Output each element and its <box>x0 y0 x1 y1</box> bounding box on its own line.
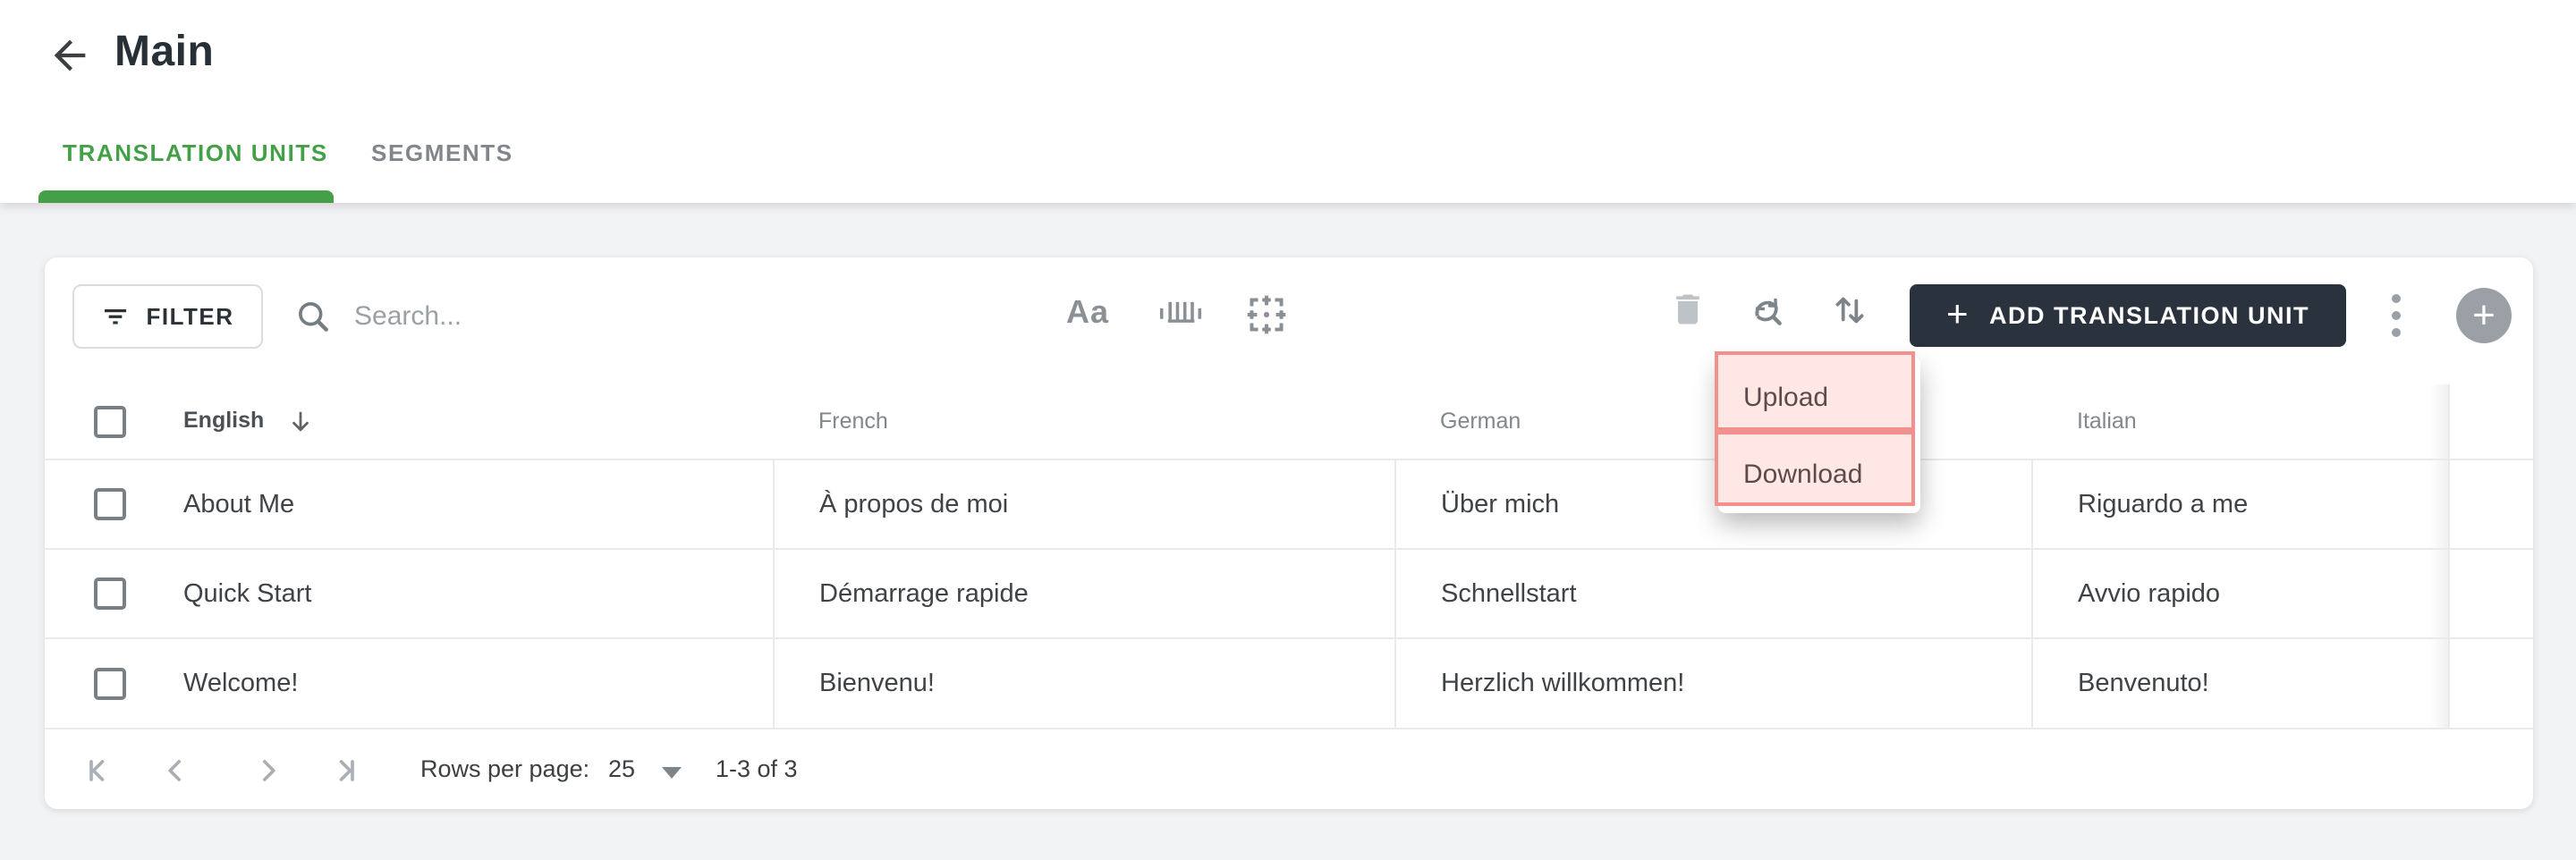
row-checkbox[interactable] <box>94 667 126 700</box>
add-translation-unit-button[interactable]: + ADD TRANSLATION UNIT <box>1910 284 2346 347</box>
plus-icon: + <box>1946 292 1970 334</box>
cell[interactable]: About Me <box>139 459 775 549</box>
translation-table: English French German Italian About Me À pro… <box>45 384 2533 728</box>
add-circle-button[interactable]: + <box>2456 288 2512 343</box>
cell[interactable]: Herzlich willkommen! <box>1395 637 2033 728</box>
match-case-icon[interactable]: Aa <box>1066 293 1109 331</box>
trailing-cell <box>2449 637 2533 728</box>
refresh-search-icon[interactable] <box>1746 290 1787 331</box>
app-bar: Main TRANSLATION UNITS SEGMENTS <box>0 0 2576 203</box>
plus-icon: + <box>2472 293 2496 337</box>
trailing-column-header <box>2449 384 2533 460</box>
page-title: Main <box>114 28 215 75</box>
column-header-italian[interactable]: Italian <box>2032 384 2450 460</box>
next-page-icon[interactable] <box>250 753 286 788</box>
add-translation-unit-label: ADD TRANSLATION UNIT <box>1989 301 2309 329</box>
table-body: About Me À propos de moi Über mich Riguardo… <box>45 459 2533 728</box>
checkbox-cell <box>45 548 139 638</box>
tab-segments[interactable]: SEGMENTS <box>371 139 513 167</box>
cell[interactable]: Benvenuto! <box>2032 637 2450 728</box>
import-export-menu: Upload Download <box>1715 351 1920 513</box>
chevron-down-icon[interactable] <box>662 767 682 779</box>
cell[interactable]: Riguardo a me <box>2032 459 2450 549</box>
more-options-kebab-icon[interactable] <box>2377 286 2416 345</box>
filter-button[interactable]: FILTER <box>72 284 263 349</box>
previous-page-icon[interactable] <box>157 753 193 788</box>
cell[interactable]: Über mich <box>1395 459 2033 549</box>
sort-desc-arrow-icon[interactable] <box>287 409 314 435</box>
select-all-checkbox[interactable] <box>94 405 126 438</box>
delete-icon[interactable] <box>1668 290 1707 329</box>
cell[interactable]: À propos de moi <box>774 459 1396 549</box>
checkbox-cell <box>45 637 139 728</box>
page-background: FILTER Aa <box>0 203 2576 860</box>
page-range-label: 1-3 of 3 <box>716 755 798 782</box>
cell[interactable]: Quick Start <box>139 548 775 638</box>
arrow-left-icon <box>54 39 86 72</box>
column-header-german[interactable]: German <box>1395 384 2032 460</box>
trailing-cell <box>2449 459 2533 549</box>
cell[interactable]: Bienvenu! <box>774 637 1396 728</box>
rows-per-page-label: Rows per page: <box>420 755 590 782</box>
cell[interactable]: Avvio rapido <box>2032 548 2450 638</box>
last-page-icon[interactable] <box>326 753 361 788</box>
select-all-cell <box>45 384 139 460</box>
menu-item-upload[interactable]: Upload <box>1715 351 1915 431</box>
first-page-icon[interactable] <box>82 753 118 788</box>
row-checkbox[interactable] <box>94 578 126 610</box>
row-checkbox[interactable] <box>94 488 126 520</box>
back-button[interactable] <box>47 32 93 79</box>
barcode-icon[interactable] <box>1157 293 1204 336</box>
table-header: English French German Italian <box>45 384 2533 460</box>
filter-icon <box>105 309 127 325</box>
cell[interactable]: Schnellstart <box>1395 548 2033 638</box>
table-row[interactable]: Quick Start Démarrage rapide Schnellstart A… <box>45 548 2533 638</box>
translation-units-card: FILTER Aa <box>45 257 2533 809</box>
crop-frame-icon[interactable] <box>1243 291 1290 338</box>
table-pagination-footer: Rows per page: 25 1-3 of 3 <box>45 728 2533 809</box>
search-input[interactable] <box>354 301 855 332</box>
table-row[interactable]: About Me À propos de moi Über mich Riguardo… <box>45 459 2533 549</box>
column-header-french[interactable]: French <box>774 384 1395 460</box>
filter-button-label: FILTER <box>146 302 234 330</box>
active-tab-indicator <box>38 190 334 203</box>
menu-item-download[interactable]: Download <box>1715 431 1915 506</box>
checkbox-cell <box>45 459 139 549</box>
tab-translation-units[interactable]: TRANSLATION UNITS <box>63 139 328 167</box>
cell[interactable]: Démarrage rapide <box>774 548 1396 638</box>
table-row[interactable]: Welcome! Bienvenu! Herzlich willkommen! Ben… <box>45 637 2533 728</box>
rows-per-page-select[interactable]: 25 <box>608 729 635 809</box>
sort-icon[interactable] <box>1829 290 1870 331</box>
cell[interactable]: Welcome! <box>139 637 775 728</box>
search-icon <box>299 302 328 332</box>
trailing-cell <box>2449 548 2533 638</box>
search-box <box>293 284 937 349</box>
column-header-english[interactable]: English <box>139 384 774 460</box>
